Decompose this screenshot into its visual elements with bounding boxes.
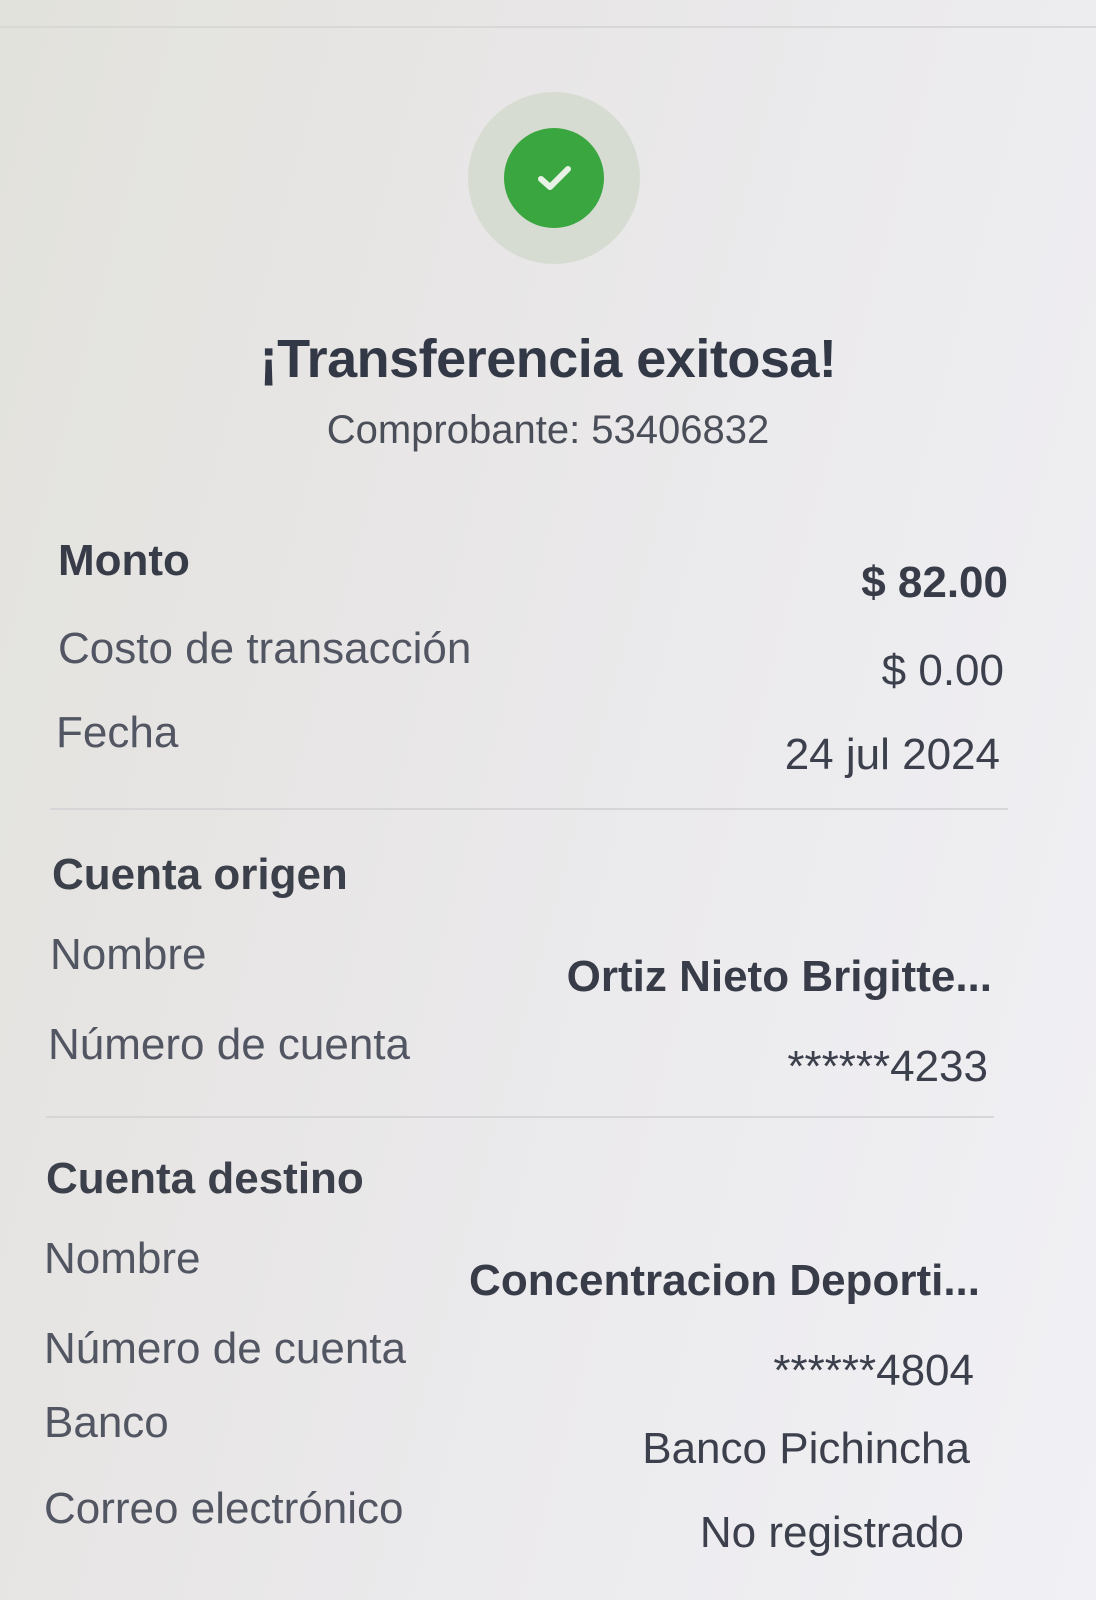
origin-name-label: Nombre (50, 930, 207, 979)
destination-section-title: Cuenta destino (46, 1154, 364, 1203)
top-divider (0, 26, 1096, 28)
bank-value: Banco Pichincha (642, 1424, 970, 1473)
receipt-number: Comprobante: 53406832 (326, 408, 770, 452)
origin-account-label: Número de cuenta (48, 1020, 410, 1069)
origin-section-title: Cuenta origen (52, 850, 348, 899)
email-label: Correo electrónico (44, 1484, 404, 1533)
destination-account-label: Número de cuenta (44, 1324, 406, 1373)
origin-name-value: Ortiz Nieto Brigitte... (566, 952, 992, 1001)
check-icon (504, 128, 604, 228)
fee-value: $ 0.00 (881, 646, 1004, 695)
section-divider (46, 1116, 994, 1118)
destination-name-value: Concentracion Deporti... (469, 1256, 980, 1305)
email-value: No registrado (699, 1508, 964, 1557)
amount-value: $ 82.00 (861, 558, 1008, 607)
fee-label: Costo de transacción (58, 624, 472, 673)
destination-account-value: ******4804 (773, 1346, 974, 1395)
check-mark (538, 166, 571, 190)
destination-name-label: Nombre (44, 1234, 201, 1283)
date-value: 24 jul 2024 (784, 730, 1000, 779)
section-divider (50, 808, 1008, 810)
bank-label: Banco (44, 1398, 169, 1447)
page-title: ¡Transferencia exitosa! (259, 329, 837, 389)
origin-account-value: ******4233 (787, 1042, 988, 1091)
success-badge (468, 92, 640, 264)
amount-label: Monto (58, 536, 190, 585)
date-label: Fecha (56, 708, 179, 757)
